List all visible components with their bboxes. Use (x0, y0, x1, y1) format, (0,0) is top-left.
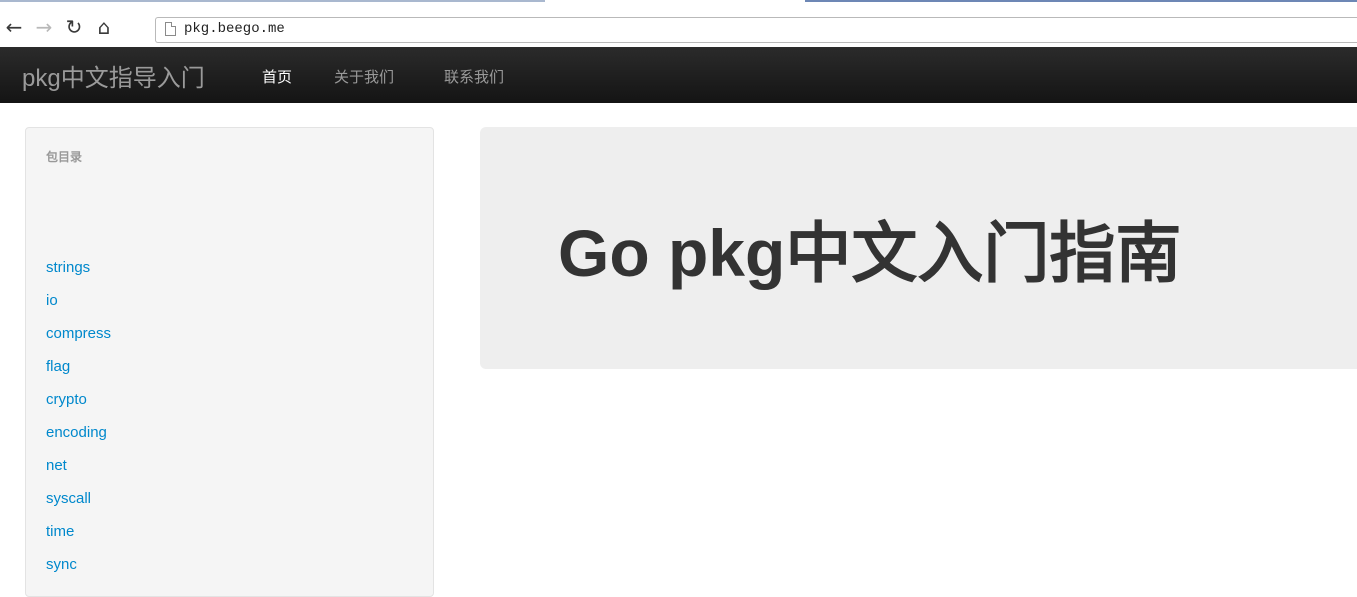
address-bar[interactable]: pkg.beego.me (155, 17, 1357, 43)
package-link-syscall[interactable]: syscall (46, 490, 91, 507)
package-link-sync[interactable]: sync (46, 556, 77, 573)
tab-strip-edge (0, 0, 545, 2)
back-arrow-icon[interactable]: ← (2, 15, 26, 39)
list-item: crypto (46, 388, 111, 421)
reload-icon[interactable]: ↻ (62, 15, 86, 39)
package-link-strings[interactable]: strings (46, 259, 90, 276)
package-link-io[interactable]: io (46, 292, 58, 309)
list-item: encoding (46, 421, 111, 454)
site-navbar: pkg中文指导入门 首页 关于我们 联系我们 (0, 47, 1357, 103)
tab-strip-edge-active (805, 0, 1357, 2)
package-list: strings io compress flag crypto encoding… (46, 256, 111, 586)
sidebar-header: 包目录 (46, 150, 83, 164)
list-item: flag (46, 355, 111, 388)
page-icon (165, 22, 176, 36)
package-sidebar: 包目录 strings io compress flag crypto enco… (25, 127, 434, 597)
list-item: compress (46, 322, 111, 355)
forward-arrow-icon[interactable]: → (32, 15, 56, 39)
package-link-encoding[interactable]: encoding (46, 424, 107, 441)
list-item: io (46, 289, 111, 322)
package-link-compress[interactable]: compress (46, 325, 111, 342)
list-item: sync (46, 553, 111, 586)
url-text[interactable]: pkg.beego.me (184, 21, 285, 37)
list-item: syscall (46, 487, 111, 520)
list-item: time (46, 520, 111, 553)
home-icon[interactable]: ⌂ (92, 15, 116, 39)
package-link-crypto[interactable]: crypto (46, 391, 87, 408)
hero-title: Go pkg中文入门指南 (558, 216, 1182, 290)
nav-item-contact[interactable]: 联系我们 (444, 66, 504, 87)
nav-item-about[interactable]: 关于我们 (334, 66, 394, 87)
package-link-flag[interactable]: flag (46, 358, 70, 375)
nav-item-home[interactable]: 首页 (262, 66, 292, 87)
browser-toolbar: ← → ↻ ⌂ pkg.beego.me (0, 0, 1357, 44)
package-link-net[interactable]: net (46, 457, 67, 474)
package-link-time[interactable]: time (46, 523, 74, 540)
list-item: strings (46, 256, 111, 289)
list-item: net (46, 454, 111, 487)
site-brand-link[interactable]: pkg中文指导入门 (22, 58, 205, 93)
hero-unit: Go pkg中文入门指南 (480, 127, 1357, 369)
